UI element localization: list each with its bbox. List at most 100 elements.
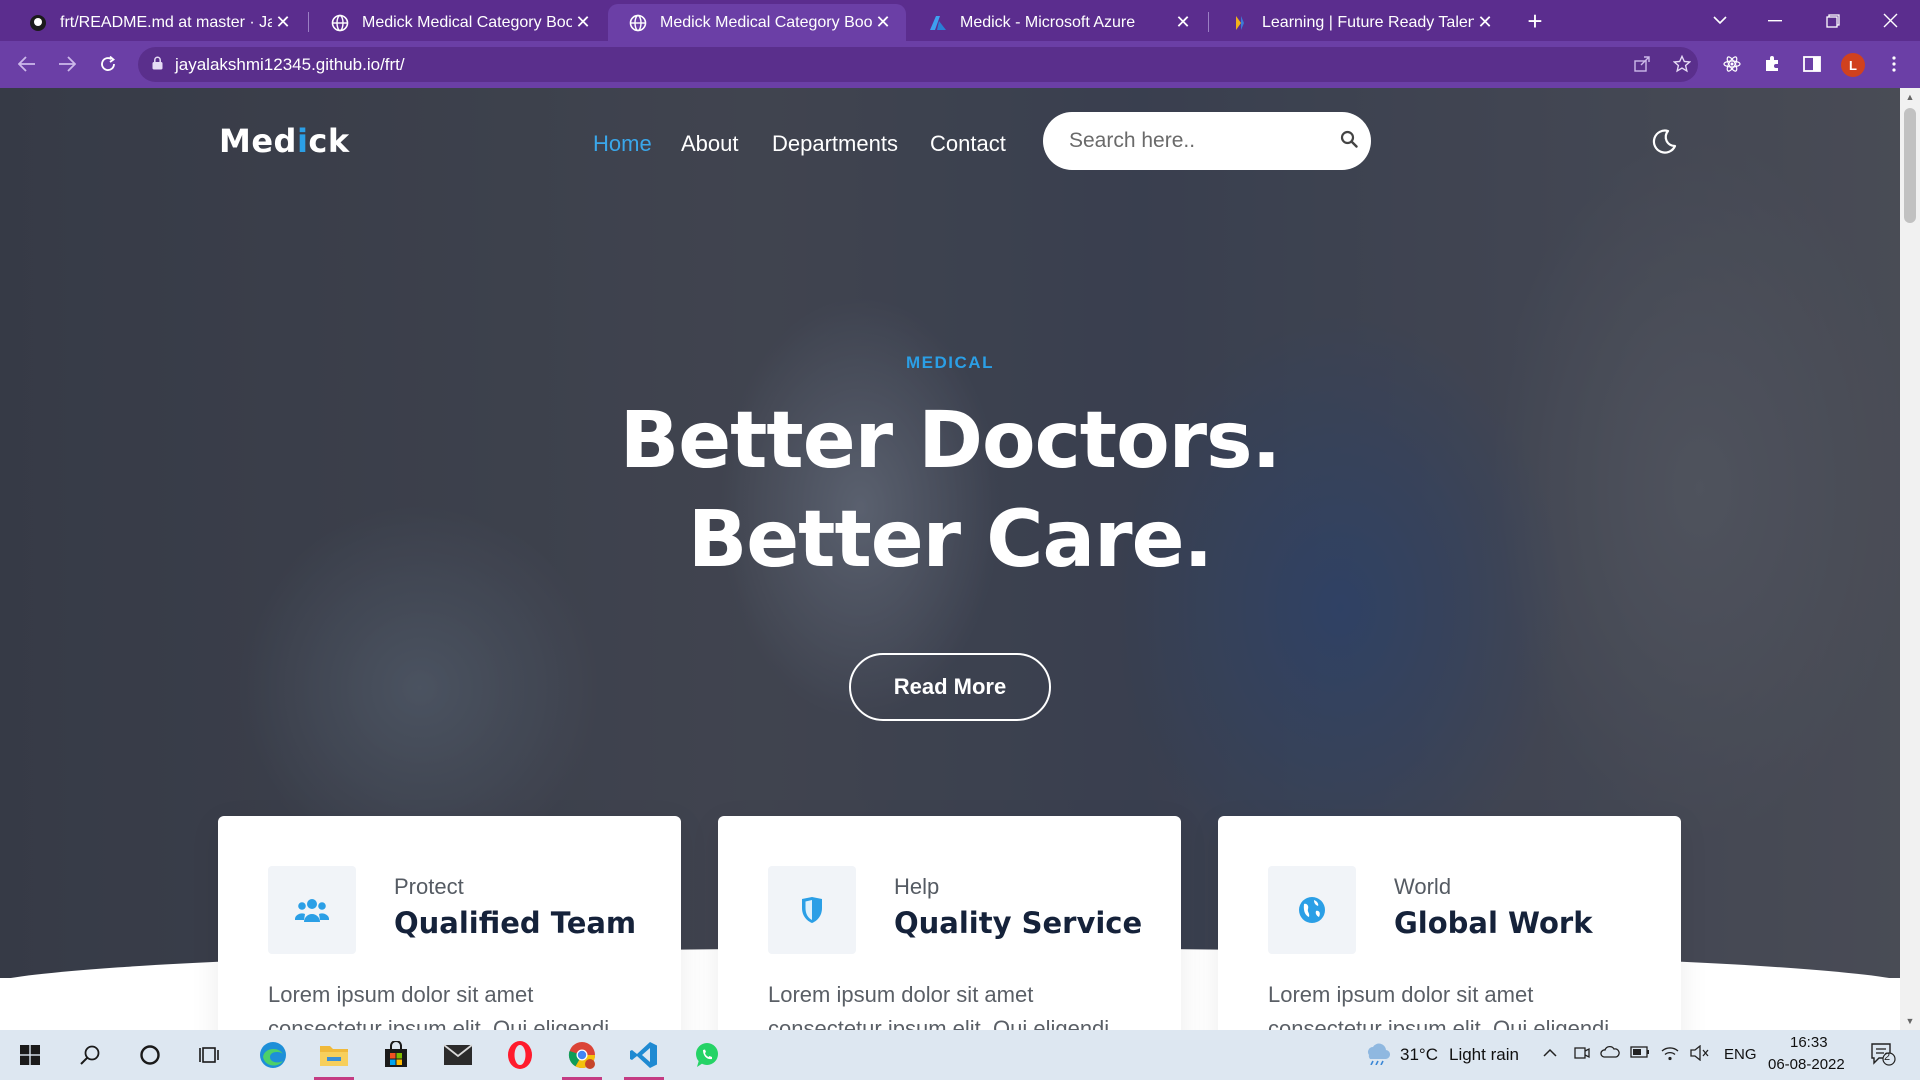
nav-contact[interactable]: Contact bbox=[930, 131, 1006, 157]
read-more-button[interactable]: Read More bbox=[849, 653, 1051, 721]
nav-departments[interactable]: Departments bbox=[772, 131, 898, 157]
side-panel-icon[interactable] bbox=[1798, 50, 1826, 78]
profile-avatar[interactable]: L bbox=[1841, 53, 1865, 77]
battery-icon[interactable] bbox=[1630, 1045, 1650, 1065]
bookmark-star-icon[interactable] bbox=[1668, 50, 1696, 78]
rain-cloud-icon[interactable] bbox=[1362, 1043, 1392, 1067]
taskbar-mail[interactable] bbox=[430, 1030, 486, 1080]
taskbar-whatsapp[interactable] bbox=[679, 1030, 735, 1080]
restore-icon bbox=[1826, 13, 1840, 28]
vscode-icon bbox=[630, 1042, 657, 1068]
input-language[interactable]: ENG bbox=[1724, 1046, 1757, 1063]
search-button[interactable] bbox=[62, 1030, 118, 1080]
card-text: Lorem ipsum dolor sit amet consectetur i… bbox=[1268, 982, 1610, 1030]
url-text: jayalakshmi12345.github.io/frt/ bbox=[175, 54, 405, 74]
dark-mode-moon-icon[interactable] bbox=[1649, 127, 1679, 157]
nav-about[interactable]: About bbox=[681, 131, 739, 157]
start-button[interactable] bbox=[2, 1030, 58, 1080]
search-icon[interactable] bbox=[1340, 130, 1358, 153]
forward-button[interactable] bbox=[52, 49, 82, 79]
clock-time[interactable]: 16:33 bbox=[1790, 1034, 1828, 1051]
logo-text-part1: Med bbox=[219, 122, 297, 160]
page-viewport: Medick Home About Departments Contact ME… bbox=[0, 88, 1900, 1030]
hero-eyebrow: MEDICAL bbox=[906, 353, 994, 372]
clock-date[interactable]: 06-08-2022 bbox=[1768, 1056, 1845, 1073]
taskbar-vscode[interactable] bbox=[616, 1030, 672, 1080]
chrome-icon bbox=[568, 1042, 596, 1069]
reload-icon bbox=[101, 55, 115, 71]
weather-temp[interactable]: 31°C bbox=[1400, 1045, 1438, 1065]
folder-icon bbox=[320, 1046, 348, 1066]
task-view-button[interactable] bbox=[182, 1030, 238, 1080]
site-search bbox=[1043, 112, 1371, 170]
address-bar[interactable]: jayalakshmi12345.github.io/frt/ bbox=[138, 47, 1698, 82]
weather-desc[interactable]: Light rain bbox=[1449, 1045, 1519, 1065]
taskbar-chrome[interactable] bbox=[554, 1030, 610, 1080]
back-button[interactable] bbox=[12, 49, 42, 79]
taskbar-microsoft-store[interactable] bbox=[368, 1030, 424, 1080]
card-text: Lorem ipsum dolor sit amet consectetur i… bbox=[768, 982, 1110, 1030]
meet-now-icon[interactable] bbox=[1572, 1045, 1592, 1065]
browser-tab-1[interactable]: frt/README.md at master · Jayala ✕ bbox=[8, 4, 306, 41]
scrollbar-thumb[interactable] bbox=[1904, 108, 1916, 223]
browser-tab-3-active[interactable]: Medick Medical Category Bootstr ✕ bbox=[608, 4, 906, 41]
logo-text-part2: ck bbox=[308, 122, 350, 160]
card-subtitle: World bbox=[1394, 874, 1452, 899]
feature-card-global-work: World Global Work Lorem ipsum dolor sit … bbox=[1218, 816, 1681, 1030]
new-tab-button[interactable]: + bbox=[1520, 6, 1550, 36]
browser-tab-4[interactable]: Medick - Microsoft Azure ✕ bbox=[908, 4, 1206, 41]
hero-heading-line1: Better Doctors. bbox=[619, 396, 1281, 486]
more-menu-icon[interactable] bbox=[1880, 50, 1908, 78]
windows-logo-icon bbox=[20, 1045, 40, 1065]
restore-button[interactable] bbox=[1803, 0, 1863, 41]
scroll-down-arrow-icon[interactable]: ▼ bbox=[1900, 1016, 1920, 1026]
card-title: Quality Service bbox=[894, 906, 1143, 940]
scroll-up-arrow-icon[interactable]: ▲ bbox=[1900, 92, 1920, 102]
logo-text-accent: i bbox=[296, 122, 309, 160]
nav-home[interactable]: Home bbox=[593, 131, 652, 157]
minimize-icon bbox=[1768, 19, 1782, 21]
feature-card-qualified-team: Protect Qualified Team Lorem ipsum dolor… bbox=[218, 816, 681, 1030]
tab-title: Learning | Future Ready Talent bbox=[1262, 13, 1474, 31]
browser-toolbar: jayalakshmi12345.github.io/frt/ bbox=[0, 41, 1920, 88]
cortana-button[interactable] bbox=[122, 1030, 178, 1080]
taskbar-file-explorer[interactable] bbox=[306, 1030, 362, 1080]
tab-title: Medick Medical Category Bootstr bbox=[362, 13, 572, 31]
extensions-puzzle-icon[interactable] bbox=[1758, 50, 1786, 78]
close-icon[interactable]: ✕ bbox=[1172, 12, 1194, 33]
taskbar-opera[interactable] bbox=[492, 1030, 548, 1080]
minimize-button[interactable] bbox=[1745, 0, 1805, 41]
react-devtools-icon[interactable] bbox=[1718, 50, 1746, 78]
tab-search-button[interactable] bbox=[1690, 0, 1750, 41]
close-icon[interactable]: ✕ bbox=[1474, 12, 1496, 33]
close-icon[interactable]: ✕ bbox=[272, 12, 294, 33]
arrow-right-icon bbox=[59, 56, 76, 72]
close-icon[interactable]: ✕ bbox=[872, 12, 894, 33]
card-title: Global Work bbox=[1394, 906, 1593, 940]
wifi-icon[interactable] bbox=[1660, 1045, 1680, 1065]
microsoft-learn-icon bbox=[1230, 13, 1250, 33]
globe-icon bbox=[1268, 866, 1356, 954]
reload-button[interactable] bbox=[93, 49, 123, 79]
store-bag-icon bbox=[385, 1041, 407, 1067]
browser-tab-5[interactable]: Learning | Future Ready Talent ✕ bbox=[1210, 4, 1508, 41]
volume-muted-icon[interactable] bbox=[1690, 1044, 1710, 1065]
browser-tab-strip: frt/README.md at master · Jayala ✕ Medic… bbox=[0, 0, 1920, 41]
globe-icon bbox=[330, 13, 350, 33]
close-icon[interactable]: ✕ bbox=[572, 12, 594, 33]
close-window-button[interactable] bbox=[1860, 0, 1920, 41]
share-icon[interactable] bbox=[1628, 50, 1656, 78]
tab-separator bbox=[308, 12, 309, 32]
globe-icon bbox=[628, 13, 648, 33]
page-scrollbar[interactable]: ▲ ▼ bbox=[1900, 88, 1920, 1030]
search-input[interactable] bbox=[1069, 129, 1340, 153]
close-icon bbox=[1883, 13, 1897, 28]
site-logo[interactable]: Medick bbox=[219, 122, 350, 160]
tab-title: Medick Medical Category Bootstr bbox=[660, 13, 872, 31]
notifications-icon[interactable]: 2 bbox=[1868, 1042, 1898, 1068]
taskbar-edge[interactable] bbox=[245, 1030, 301, 1080]
tab-separator bbox=[1208, 12, 1209, 32]
chevron-up-icon[interactable] bbox=[1540, 1045, 1560, 1065]
browser-tab-2[interactable]: Medick Medical Category Bootstr ✕ bbox=[310, 4, 606, 41]
onedrive-cloud-icon[interactable] bbox=[1600, 1045, 1620, 1065]
